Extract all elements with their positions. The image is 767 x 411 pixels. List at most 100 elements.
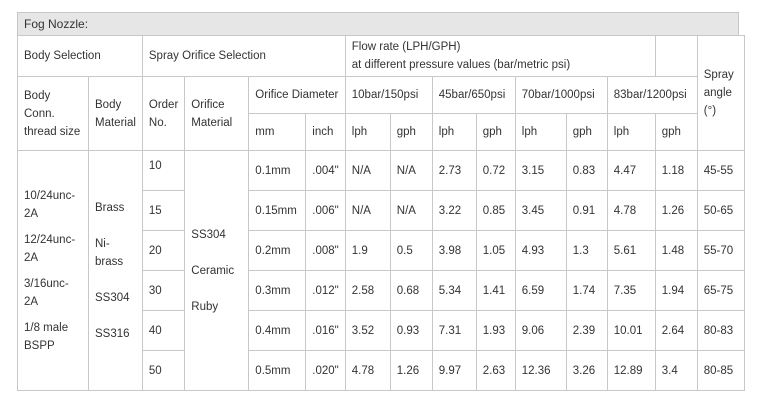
fog-nozzle-table: Body Selection Spray Orifice Selection F…	[17, 35, 745, 391]
diameter-inch-cell: .008"	[305, 230, 346, 271]
p1-gph-cell: N/A	[389, 150, 433, 191]
orifice-material-value: SS304	[191, 228, 226, 241]
order-no-cell: 40	[141, 310, 186, 351]
p2-lph-cell: 9.97	[431, 350, 477, 391]
p3-lph-cell: 3.45	[514, 190, 567, 231]
body-conn-value: 3/16unc-2A	[24, 277, 69, 308]
header-flow-rate-line2: at different pressure values (bar/metric…	[351, 59, 571, 71]
p4-gph-cell: 3.4	[654, 350, 698, 391]
p2-gph-cell: 0.85	[475, 190, 516, 231]
header-p4-lph: lph	[606, 113, 656, 151]
p2-lph-cell: 3.22	[431, 190, 477, 231]
p4-gph-cell: 1.26	[654, 190, 698, 231]
p2-lph-cell: 3.98	[431, 230, 477, 271]
header-orifice-material: Orifice Material	[184, 76, 250, 151]
spray-angle-cell: 80-83	[696, 310, 745, 351]
diameter-inch-cell: .012"	[305, 270, 346, 311]
p4-lph-cell: 5.61	[606, 230, 656, 271]
order-no-cell: 20	[141, 230, 186, 271]
spray-angle-cell: 65-75	[696, 270, 745, 311]
p2-lph-cell: 2.73	[431, 150, 477, 191]
diameter-mm-cell: 0.4mm	[248, 310, 307, 351]
p2-lph-cell: 7.31	[431, 310, 477, 351]
header-spray-orifice-selection: Spray Orifice Selection	[141, 35, 346, 77]
p2-gph-cell: 2.63	[475, 350, 516, 391]
table-row: 10/24unc-2A 12/24unc-2A 3/16unc-2A 1/8 m…	[17, 150, 745, 391]
p4-lph-cell: 7.35	[606, 270, 656, 311]
header-pressure-45bar: 45bar/650psi	[431, 76, 516, 114]
p1-lph-cell: N/A	[344, 190, 391, 231]
p1-gph-cell: N/A	[389, 190, 433, 231]
body-material-value: SS304	[95, 291, 130, 304]
orifice-material-cell: SS304 Ceramic Ruby	[184, 150, 250, 391]
header-pressure-10bar: 10bar/150psi	[344, 76, 433, 114]
p3-gph-cell: 1.74	[565, 270, 608, 311]
p1-gph-cell: 1.26	[389, 350, 433, 391]
body-material-cell: Brass Ni-brass SS304 SS316	[88, 150, 143, 391]
body-material-value: Brass	[95, 201, 125, 214]
diameter-inch-cell: .006"	[305, 190, 346, 231]
p1-lph-cell: 4.78	[344, 350, 391, 391]
p1-lph-cell: 3.52	[344, 310, 391, 351]
p2-gph-cell: 0.72	[475, 150, 516, 191]
p4-lph-cell: 4.47	[606, 150, 656, 191]
orifice-material-value: Ceramic	[191, 264, 235, 277]
spray-angle-cell: 55-70	[696, 230, 745, 271]
p4-lph-cell: 12.89	[606, 350, 656, 391]
header-body-material: Body Material	[88, 76, 143, 151]
body-material-value: Ni-brass	[95, 237, 124, 268]
diameter-mm-cell: 0.1mm	[248, 150, 307, 191]
diameter-mm-cell: 0.2mm	[248, 230, 307, 271]
header-p1-lph: lph	[344, 113, 391, 151]
p3-lph-cell: 3.15	[514, 150, 567, 191]
header-flow-rate: Flow rate (LPH/GPH) at different pressur…	[344, 35, 656, 77]
diameter-mm-cell: 0.3mm	[248, 270, 307, 311]
p3-lph-cell: 12.36	[514, 350, 567, 391]
order-no-cell: 50	[141, 350, 186, 391]
orifice-material-value: Ruby	[191, 300, 219, 313]
header-p3-lph: lph	[514, 113, 567, 151]
header-p2-lph: lph	[431, 113, 477, 151]
p1-gph-cell: 0.5	[389, 230, 433, 271]
header-p3-gph: gph	[565, 113, 608, 151]
p2-lph-cell: 5.34	[431, 270, 477, 311]
header-pressure-83bar: 83bar/1200psi	[606, 76, 698, 114]
order-no-cell: 30	[141, 270, 186, 311]
p4-lph-cell: 4.78	[606, 190, 656, 231]
p1-lph-cell: N/A	[344, 150, 391, 191]
p4-gph-cell: 1.48	[654, 230, 698, 271]
header-body-conn: Body Conn. thread size	[17, 76, 89, 151]
p4-gph-cell: 1.94	[654, 270, 698, 311]
body-material-value: SS316	[95, 327, 130, 340]
p2-gph-cell: 1.41	[475, 270, 516, 311]
p3-gph-cell: 1.3	[565, 230, 608, 271]
p3-lph-cell: 9.06	[514, 310, 567, 351]
p1-lph-cell: 1.9	[344, 230, 391, 271]
diameter-inch-cell: .004"	[305, 150, 346, 191]
p4-gph-cell: 2.64	[654, 310, 698, 351]
p1-gph-cell: 0.93	[389, 310, 433, 351]
header-body-selection: Body Selection	[17, 35, 143, 77]
header-pressure-70bar: 70bar/1000psi	[514, 76, 608, 114]
spray-angle-cell: 80-85	[696, 350, 745, 391]
diameter-inch-cell: .020"	[305, 350, 346, 391]
p3-gph-cell: 3.26	[565, 350, 608, 391]
spray-angle-cell: 45-55	[696, 150, 745, 191]
header-mm: mm	[248, 113, 307, 151]
p3-lph-cell: 6.59	[514, 270, 567, 311]
header-spray-angle: Spray angle (°)	[696, 35, 745, 151]
spray-angle-cell: 50-65	[696, 190, 745, 231]
body-conn-cell: 10/24unc-2A 12/24unc-2A 3/16unc-2A 1/8 m…	[17, 150, 89, 391]
order-no-cell: 10	[141, 150, 186, 191]
header-flow-rate-line1: Flow rate (LPH/GPH)	[351, 41, 461, 53]
header-orifice-diameter: Orifice Diameter	[248, 76, 346, 114]
p3-gph-cell: 0.83	[565, 150, 608, 191]
p2-gph-cell: 1.05	[475, 230, 516, 271]
body-conn-value: 10/24unc-2A	[24, 189, 76, 220]
table-title-bar: Fog Nozzle:	[17, 12, 739, 36]
diameter-inch-cell: .016"	[305, 310, 346, 351]
p3-lph-cell: 4.93	[514, 230, 567, 271]
body-conn-value: 12/24unc-2A	[24, 233, 76, 264]
p4-gph-cell: 1.18	[654, 150, 698, 191]
header-p4-gph: gph	[654, 113, 698, 151]
